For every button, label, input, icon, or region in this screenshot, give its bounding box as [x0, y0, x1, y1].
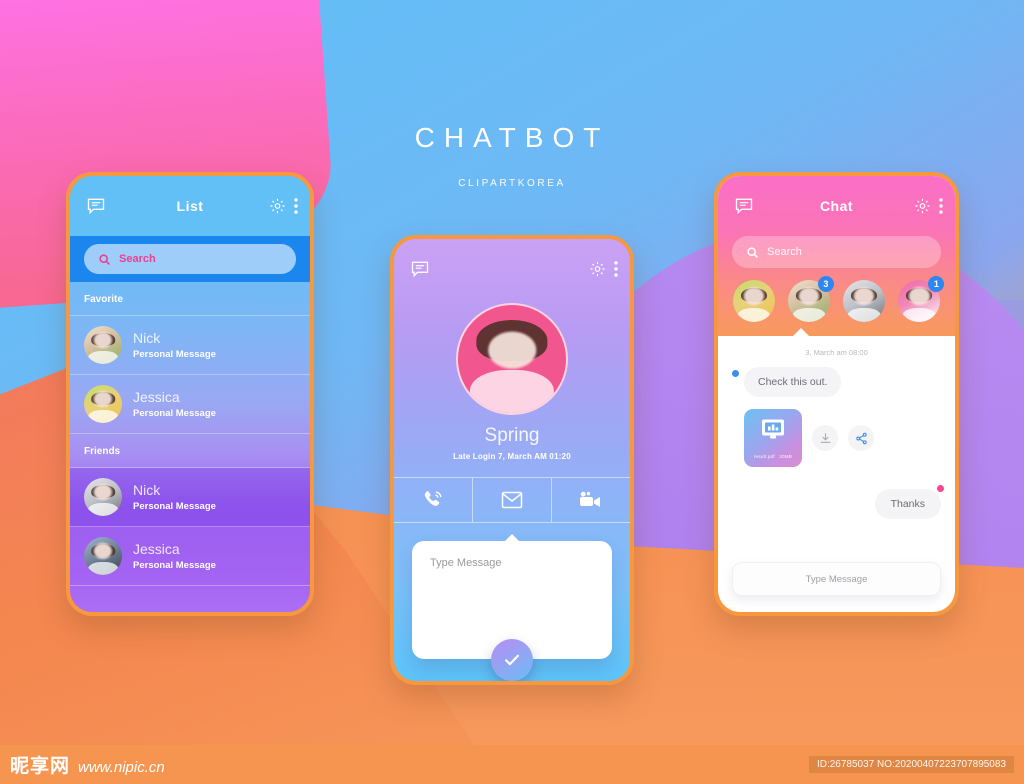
download-button[interactable] — [812, 425, 838, 451]
story-row: 3 1 — [718, 276, 955, 326]
phone-chat: Chat Search 3 1 3, March am 08:00 Check … — [714, 172, 959, 616]
list-item[interactable]: Nick Personal Message — [70, 468, 310, 527]
compose-area: Type Message — [394, 523, 630, 681]
list-topbar: List — [70, 176, 310, 236]
avatar — [84, 326, 122, 364]
chat-header: Chat Search 3 1 — [718, 176, 955, 336]
search-icon — [746, 246, 759, 259]
envelope-icon — [500, 490, 524, 510]
list-title: List — [176, 198, 204, 214]
video-action[interactable] — [551, 478, 630, 522]
gear-icon[interactable] — [914, 198, 931, 215]
avatar — [84, 537, 122, 575]
status-dot-icon — [937, 485, 944, 492]
profile-action-bar — [394, 477, 630, 523]
avatar — [732, 280, 775, 322]
more-vertical-icon[interactable] — [294, 198, 298, 215]
call-action[interactable] — [394, 478, 472, 522]
message-input-placeholder: Type Message — [805, 573, 868, 585]
story-item[interactable] — [732, 280, 775, 322]
list-search-band: Search — [70, 236, 310, 282]
attachment-filename: result.pdf — [753, 454, 775, 459]
download-icon — [819, 432, 832, 445]
video-camera-icon — [578, 490, 604, 510]
attachment-meta: result.pdf 20MB — [744, 454, 802, 459]
chat-timestamp: 3, March am 08:00 — [805, 348, 868, 357]
share-button[interactable] — [848, 425, 874, 451]
list-item-name: Nick — [133, 330, 161, 347]
search-icon — [98, 253, 111, 266]
attachment-thumbnail[interactable]: result.pdf 20MB — [744, 409, 802, 467]
message-incoming: Check this out. — [732, 367, 941, 397]
profile-name: Spring — [484, 425, 540, 446]
list-item-sub: Personal Message — [133, 348, 216, 360]
list-item-sub: Personal Message — [133, 559, 216, 571]
message-outgoing: Thanks — [732, 485, 944, 519]
profile-header: Spring Late Login 7, March AM 01:20 — [394, 299, 630, 461]
story-item[interactable]: 1 — [898, 276, 945, 322]
chat-topbar: Chat — [718, 176, 955, 236]
list-item-name: Nick — [133, 482, 161, 499]
section-header-friends: Friends — [70, 434, 310, 468]
message-icon[interactable] — [410, 259, 430, 279]
search-placeholder: Search — [119, 253, 156, 265]
attachment-row: result.pdf 20MB — [744, 409, 941, 467]
avatar — [843, 280, 886, 322]
avatar — [84, 478, 122, 516]
message-bubble[interactable]: Check this out. — [744, 367, 842, 397]
search-placeholder: Search — [767, 246, 802, 258]
avatar — [84, 385, 122, 423]
gear-icon[interactable] — [269, 198, 286, 215]
chat-messages: 3, March am 08:00 Check this out. result… — [718, 328, 955, 552]
profile-topbar — [394, 239, 630, 299]
send-button[interactable] — [491, 639, 533, 681]
page-title: CHATBOT — [414, 122, 610, 153]
share-icon — [855, 432, 868, 445]
list-item-name: Jessica — [133, 389, 180, 406]
footer-brand-url: www.nipic.cn — [78, 759, 165, 776]
screenshot-stage: CHATBOT CLIPARTKOREA List Search Favorit… — [0, 0, 1024, 784]
section-header-favorite: Favorite — [70, 282, 310, 316]
message-input-placeholder: Type Message — [430, 557, 502, 569]
chart-monitor-icon — [760, 418, 786, 447]
avatar[interactable] — [456, 303, 568, 415]
search-input[interactable]: Search — [732, 236, 941, 268]
footer-brand: 昵享网 www.nipic.cn — [10, 751, 165, 778]
mail-action[interactable] — [472, 478, 551, 522]
message-icon[interactable] — [86, 196, 106, 216]
phone-list: List Search Favorite Nick Personal Messa… — [66, 172, 314, 616]
attachment-size: 20MB — [779, 454, 793, 459]
profile-status: Late Login 7, March AM 01:20 — [453, 452, 571, 461]
list-item-name: Jessica — [133, 541, 180, 558]
more-vertical-icon[interactable] — [614, 261, 618, 278]
chat-screen: Chat Search 3 1 3, March am 08:00 Check … — [718, 176, 955, 612]
story-item[interactable]: 3 — [787, 276, 834, 322]
search-input[interactable]: Search — [84, 244, 296, 274]
message-bubble[interactable]: Thanks — [874, 485, 944, 519]
unread-badge: 1 — [928, 276, 945, 292]
list-item[interactable]: Jessica Personal Message — [70, 527, 310, 586]
story-item[interactable] — [843, 280, 886, 322]
list-item-sub: Personal Message — [133, 500, 216, 512]
footer-id-code: ID:26785037 NO:20200407223707895083 — [808, 756, 1014, 773]
footer-brand-cn: 昵享网 — [10, 756, 71, 777]
footer-watermark: 昵享网 www.nipic.cn ID:26785037 NO:20200407… — [0, 745, 1024, 784]
message-input[interactable]: Type Message — [732, 562, 941, 596]
message-icon[interactable] — [734, 196, 754, 216]
list-item[interactable]: Jessica Personal Message — [70, 375, 310, 434]
check-icon — [502, 650, 522, 670]
gear-icon[interactable] — [589, 261, 606, 278]
phone-profile: Spring Late Login 7, March AM 01:20 Type… — [390, 235, 634, 685]
phone-icon — [421, 488, 445, 512]
unread-dot-icon — [732, 370, 739, 377]
list-screen: List Search Favorite Nick Personal Messa… — [70, 176, 310, 612]
chat-input-area: Type Message — [718, 552, 955, 612]
profile-screen: Spring Late Login 7, March AM 01:20 Type… — [394, 239, 630, 681]
more-vertical-icon[interactable] — [939, 198, 943, 215]
unread-badge: 3 — [817, 276, 834, 292]
list-item-sub: Personal Message — [133, 407, 216, 419]
chat-title: Chat — [819, 198, 854, 214]
list-item[interactable]: Nick Personal Message — [70, 316, 310, 375]
